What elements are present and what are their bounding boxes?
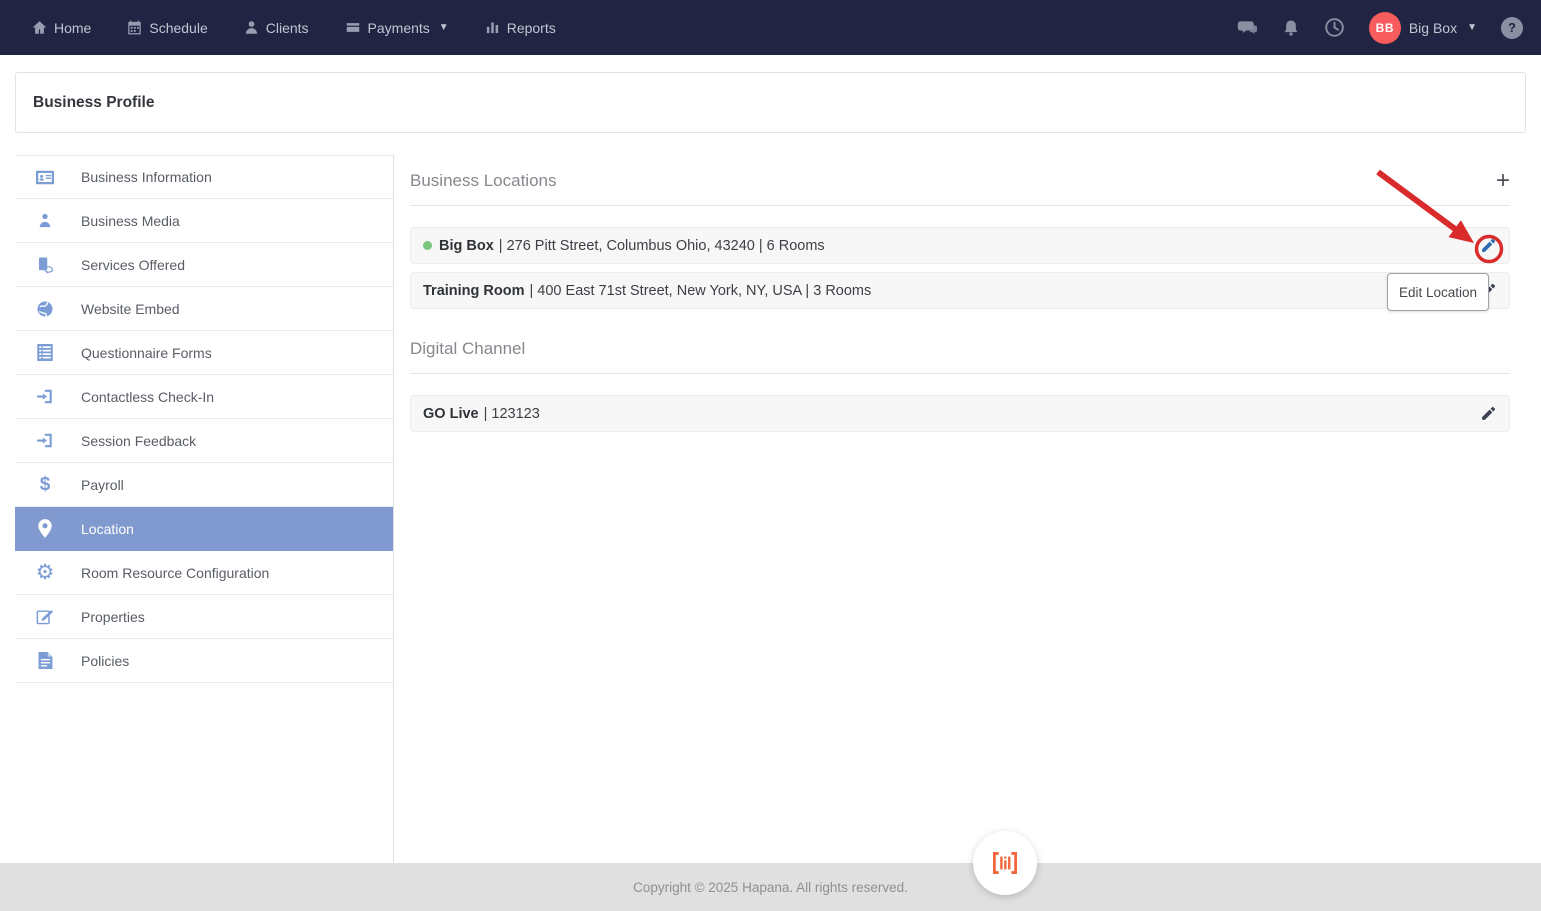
id-card-icon	[35, 170, 55, 185]
channel-name: GO Live	[423, 405, 479, 422]
user-name: Big Box	[1408, 19, 1458, 36]
page-title: Business Profile	[33, 93, 155, 111]
sign-in-icon	[35, 388, 55, 405]
sidebar-item-room-resource-configuration[interactable]: ⚙ Room Resource Configuration	[15, 551, 393, 595]
document-icon	[35, 652, 55, 669]
location-details: | 400 East 71st Street, New York, NY, US…	[529, 282, 872, 299]
home-icon	[32, 20, 47, 35]
sidebar-item-label: Properties	[81, 608, 145, 625]
business-locations-list: Big Box | 276 Pitt Street, Columbus Ohio…	[410, 227, 1510, 309]
bell-icon[interactable]	[1282, 18, 1300, 38]
chat-icon[interactable]	[1236, 18, 1258, 38]
footer: Copyright © 2025 Hapana. All rights rese…	[0, 863, 1541, 911]
user-menu[interactable]: BB Big Box ▼	[1368, 11, 1477, 44]
main-panel: Business Locations + Big Box | 276 Pitt …	[394, 155, 1526, 863]
nav-label: Home	[54, 19, 92, 36]
sidebar-item-label: Policies	[81, 652, 130, 669]
calendar-icon	[127, 20, 142, 35]
person-icon	[35, 212, 55, 229]
business-locations-header: Business Locations +	[410, 155, 1510, 206]
status-dot	[423, 241, 432, 250]
nav-menu: Home Schedule Clients Payments ▼ Reports	[32, 20, 556, 36]
location-row-training-room[interactable]: Training Room | 400 East 71st Street, Ne…	[410, 272, 1510, 309]
credit-card-icon	[345, 20, 361, 35]
nav-label: Schedule	[149, 19, 208, 36]
form-icon	[35, 344, 55, 361]
sidebar-item-payroll[interactable]: $ Payroll	[15, 463, 393, 507]
sidebar-item-website-embed[interactable]: Website Embed	[15, 287, 393, 331]
sidebar-item-business-media[interactable]: Business Media	[15, 199, 393, 243]
hapana-scan-button[interactable]	[973, 831, 1037, 895]
tooltip-label: Edit Location	[1398, 284, 1478, 300]
add-location-button[interactable]: +	[1496, 169, 1510, 193]
location-name: Training Room	[423, 282, 525, 299]
nav-label: Payments	[367, 19, 430, 36]
content-wrapper: Business Information Business Media Serv…	[15, 155, 1526, 863]
sidebar-item-label: Payroll	[81, 476, 124, 493]
sidebar-item-label: Contactless Check-In	[81, 388, 215, 405]
section-title: Digital Channel	[410, 339, 526, 358]
nav-label: Reports	[506, 19, 556, 36]
sidebar-item-questionnaire-forms[interactable]: Questionnaire Forms	[15, 331, 393, 375]
dollar-icon: $	[39, 474, 51, 495]
clock-icon[interactable]	[1324, 17, 1345, 38]
services-icon	[35, 256, 55, 274]
location-details: | 276 Pitt Street, Columbus Ohio, 43240 …	[498, 237, 825, 254]
nav-label: Clients	[265, 19, 309, 36]
digital-channel-header: Digital Channel	[410, 323, 1510, 374]
sidebar-item-services-offered[interactable]: Services Offered	[15, 243, 393, 287]
edit-note-icon	[35, 609, 55, 625]
gear-icon: ⚙	[35, 561, 55, 584]
chevron-down-icon: ▼	[438, 22, 449, 33]
digital-channel-list: GO Live | 123123	[410, 395, 1510, 432]
location-name: Big Box	[439, 237, 494, 254]
chevron-down-icon: ▼	[1467, 22, 1477, 33]
nav-item-payments[interactable]: Payments ▼	[345, 20, 449, 36]
sidebar-item-label: Questionnaire Forms	[81, 344, 212, 361]
sidebar-item-properties[interactable]: Properties	[15, 595, 393, 639]
edit-pencil-icon[interactable]	[1480, 405, 1497, 422]
sidebar-item-policies[interactable]: Policies	[15, 639, 393, 683]
sidebar-item-label: Website Embed	[81, 300, 180, 317]
avatar: BB	[1368, 11, 1401, 44]
settings-sidebar: Business Information Business Media Serv…	[15, 155, 394, 863]
sidebar-item-label: Business Media	[81, 212, 180, 229]
bar-chart-icon	[485, 20, 500, 35]
channel-row-go-live[interactable]: GO Live | 123123	[410, 395, 1510, 432]
edit-pencil-icon[interactable]	[1480, 237, 1497, 254]
sidebar-item-location[interactable]: Location	[15, 507, 393, 551]
sidebar-item-label: Business Information	[81, 169, 212, 185]
channel-details: | 123123	[483, 405, 540, 422]
barcode-icon	[992, 852, 1018, 874]
help-icon[interactable]: ?	[1501, 16, 1523, 39]
sidebar-item-contactless-check-in[interactable]: Contactless Check-In	[15, 375, 393, 419]
nav-utilities: BB Big Box ▼ ?	[1236, 11, 1523, 44]
sign-in-icon	[35, 432, 55, 449]
sidebar-item-session-feedback[interactable]: Session Feedback	[15, 419, 393, 463]
sidebar-item-business-information[interactable]: Business Information	[15, 155, 393, 199]
person-icon	[244, 20, 259, 35]
copyright-text: Copyright © 2025 Hapana. All rights rese…	[633, 879, 908, 895]
nav-item-home[interactable]: Home	[32, 20, 91, 36]
sidebar-item-label: Room Resource Configuration	[81, 564, 270, 581]
nav-item-clients[interactable]: Clients	[244, 20, 309, 36]
top-navbar: Home Schedule Clients Payments ▼ Reports…	[0, 0, 1541, 55]
sidebar-item-label: Location	[81, 520, 134, 537]
map-pin-icon	[35, 519, 55, 538]
edit-location-tooltip: Edit Location	[1387, 273, 1489, 311]
sidebar-item-label: Services Offered	[81, 256, 186, 273]
section-title: Business Locations	[410, 171, 557, 190]
location-row-big-box[interactable]: Big Box | 276 Pitt Street, Columbus Ohio…	[410, 227, 1510, 264]
sidebar-item-label: Session Feedback	[81, 432, 197, 449]
globe-icon	[35, 300, 55, 318]
nav-item-reports[interactable]: Reports	[485, 20, 556, 36]
page-title-card: Business Profile	[15, 72, 1526, 133]
nav-item-schedule[interactable]: Schedule	[127, 19, 208, 36]
